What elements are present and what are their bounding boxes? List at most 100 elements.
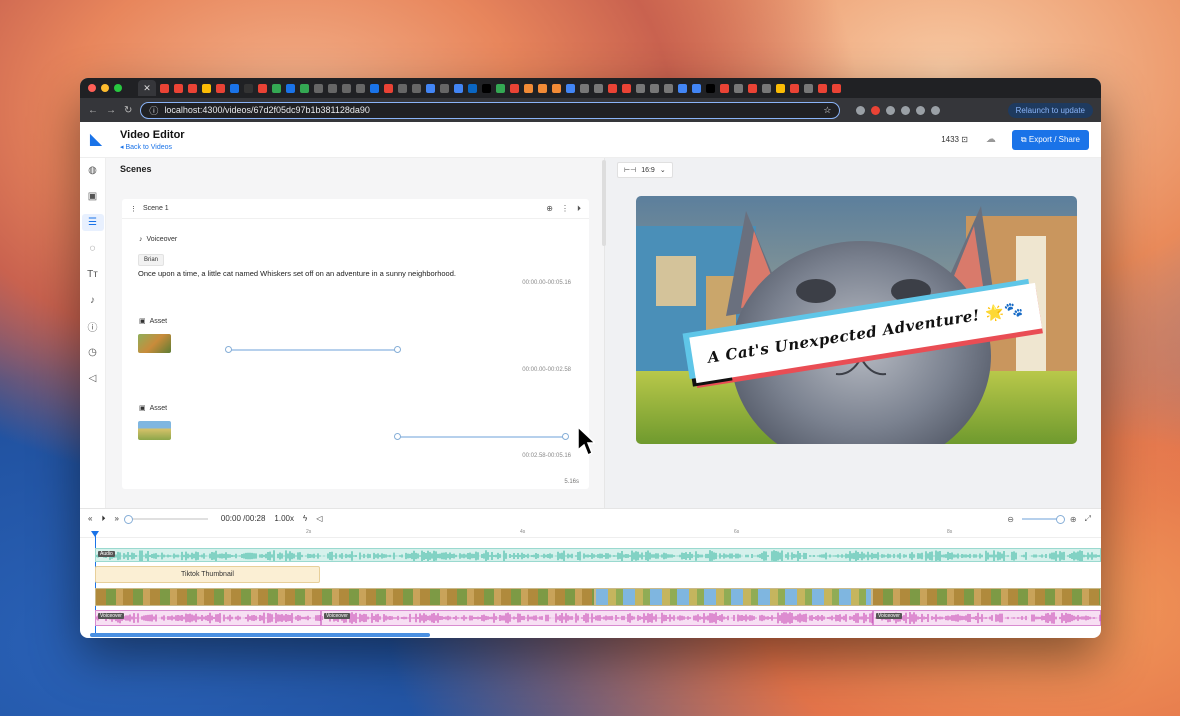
asset-section-label: ▣ Asset (139, 317, 168, 326)
back-link-label: Back to Videos (125, 143, 173, 151)
site-info-icon[interactable]: ⓘ (149, 104, 158, 117)
rewind-icon[interactable]: « (88, 514, 92, 523)
voice-waveform (95, 612, 321, 624)
tab-strip: ✕ (80, 78, 1101, 98)
back-to-videos-link[interactable]: ◂ Back to Videos (120, 143, 185, 151)
image-icon[interactable]: ▣ (82, 188, 104, 205)
extension-icon[interactable] (886, 105, 896, 115)
mic-icon[interactable]: ♪ (82, 292, 104, 309)
scenes-scrollbar[interactable] (602, 160, 606, 246)
info-icon[interactable]: ⓘ (82, 318, 104, 335)
asset-label: Asset (149, 317, 168, 325)
aspect-ratio-value: 16:9 (641, 166, 655, 174)
zoom-window-button[interactable] (114, 84, 122, 92)
scene-duration: 5.16s (564, 479, 579, 485)
megaphone-icon[interactable]: ◁ (82, 370, 104, 387)
list-icon[interactable]: ☰ (81, 214, 104, 231)
audio-track[interactable]: Audio (95, 548, 1101, 562)
voiceover-text[interactable]: Once upon a time, a little cat named Whi… (138, 269, 456, 278)
voiceover-segment[interactable]: Voiceover (873, 610, 1101, 626)
speed-selector[interactable]: 1.00x (274, 514, 294, 523)
thumbnail-track[interactable]: Tiktok Thumbnail (95, 566, 320, 583)
text-icon[interactable]: Tт (82, 266, 104, 283)
voiceover-segment[interactable]: Voiceover (321, 610, 873, 626)
voiceover-segment[interactable]: Voiceover (95, 610, 321, 626)
image-segment[interactable] (95, 588, 595, 606)
extension-icon[interactable] (916, 105, 926, 115)
image-segment[interactable] (872, 588, 1101, 606)
scene-card: ⋮ Scene 1 ⊕ ⋮ ⏵ ♪ Voiceover Brian Once up… (122, 199, 589, 489)
mic-icon: ♪ (139, 236, 143, 243)
chat-icon[interactable]: ◌ (82, 240, 104, 257)
fast-forward-icon[interactable]: » (114, 514, 118, 523)
range-start-handle[interactable] (393, 433, 401, 440)
asset-label: Asset (149, 404, 168, 412)
image-icon: ▣ (139, 405, 146, 412)
volume-icon[interactable]: ◁ (316, 514, 322, 523)
clock-icon[interactable]: ◷ (82, 344, 104, 361)
extension-icon[interactable] (901, 105, 911, 115)
play-scene-icon[interactable]: ⏵ (577, 204, 581, 214)
timeline-horizontal-scrollbar[interactable] (90, 633, 430, 637)
globe-icon[interactable]: ◍ (82, 162, 104, 179)
url-field[interactable]: ⓘ localhost:4300/videos/67d2f05dc97b1b38… (140, 101, 841, 119)
asset-thumbnail[interactable] (138, 334, 171, 353)
minimize-window-button[interactable] (101, 84, 109, 92)
audio-chip: Audio (98, 551, 115, 557)
voice-waveform (873, 612, 1101, 624)
bookmark-star-icon[interactable]: ☆ (823, 105, 831, 116)
ruler-tick-label: 2s (306, 529, 312, 535)
voice-waveform (321, 612, 873, 624)
voice-badge[interactable]: Brian (138, 254, 165, 266)
asset-thumbnail[interactable] (138, 421, 171, 440)
range-start-handle[interactable] (225, 346, 233, 353)
app-logo-icon[interactable]: ◣ (86, 130, 106, 150)
ruler-tick-label: 6s (734, 529, 740, 535)
asset-range-track[interactable] (228, 349, 397, 351)
extension-icon[interactable] (871, 105, 881, 115)
app-header: ◣ Video Editor ◂ Back to Videos 1433 ⊡ ☁… (80, 122, 1101, 158)
scenes-heading: Scenes (120, 164, 152, 174)
ratio-icon: ⊢⊣ (624, 167, 637, 174)
back-icon[interactable]: ← (88, 105, 98, 116)
video-preview[interactable]: A Cat's Unexpected Adventure! 🌟🐾 (636, 196, 1077, 444)
play-icon[interactable]: ⏵ (101, 514, 105, 524)
extension-icon[interactable] (856, 105, 866, 115)
active-tab[interactable]: ✕ (138, 80, 156, 96)
zoom-out-icon[interactable]: ⊖ (1007, 515, 1014, 524)
timeline-ruler[interactable]: 2s 4s 6s 8s (80, 528, 1101, 538)
zoom-controls: ⊖ ⊕ ⤢ (1007, 514, 1091, 524)
drag-handle-icon[interactable]: ⋮ (130, 205, 137, 213)
preview-panel: ⊢⊣ 16:9 ⌄ A Cat's Unexpected Adventure! … (604, 158, 1101, 508)
more-menu-icon[interactable]: ⋮ (561, 204, 569, 213)
flash-icon[interactable]: ϟ (303, 514, 307, 523)
time-display: 00:00 /00:28 (220, 514, 266, 523)
aspect-ratio-select[interactable]: ⊢⊣ 16:9 ⌄ (617, 162, 673, 178)
extension-icon[interactable] (931, 105, 941, 115)
range-end-handle[interactable] (393, 346, 401, 353)
asset-time: 00:00.00-00:02.58 (522, 367, 571, 373)
ruler-tick-label: 4s (520, 529, 526, 535)
zoom-in-icon[interactable]: ⊕ (1070, 515, 1077, 524)
range-end-handle[interactable] (562, 433, 570, 440)
scene-header: ⋮ Scene 1 ⊕ ⋮ ⏵ (122, 199, 589, 219)
playback-scrubber[interactable] (123, 514, 208, 524)
relaunch-button[interactable]: Relaunch to update (1007, 102, 1093, 118)
address-bar-row: ← → ↻ ⓘ localhost:4300/videos/67d2f05dc9… (80, 98, 1101, 122)
export-share-button[interactable]: ⧉ Export / Share (1011, 129, 1089, 150)
title-emoji: 🌟🐾 (984, 299, 1025, 323)
zoom-slider[interactable] (1021, 515, 1065, 524)
image-track[interactable] (95, 588, 1101, 606)
cloud-sync-icon[interactable]: ☁ (986, 134, 996, 145)
fit-screen-icon[interactable]: ⤢ (1085, 514, 1091, 524)
voiceover-chip: Voiceover (876, 613, 902, 619)
credits-value: 1433 (941, 135, 959, 144)
add-icon[interactable]: ⊕ (546, 204, 553, 213)
asset-range-track[interactable] (396, 436, 566, 438)
coin-icon: ⊡ (961, 135, 968, 144)
image-segment[interactable] (595, 588, 872, 606)
forward-icon[interactable]: → (106, 105, 116, 116)
close-window-button[interactable] (88, 84, 96, 92)
reload-icon[interactable]: ↻ (124, 105, 132, 116)
voiceover-track[interactable]: Voiceover Voiceover Voiceover (95, 610, 1101, 626)
